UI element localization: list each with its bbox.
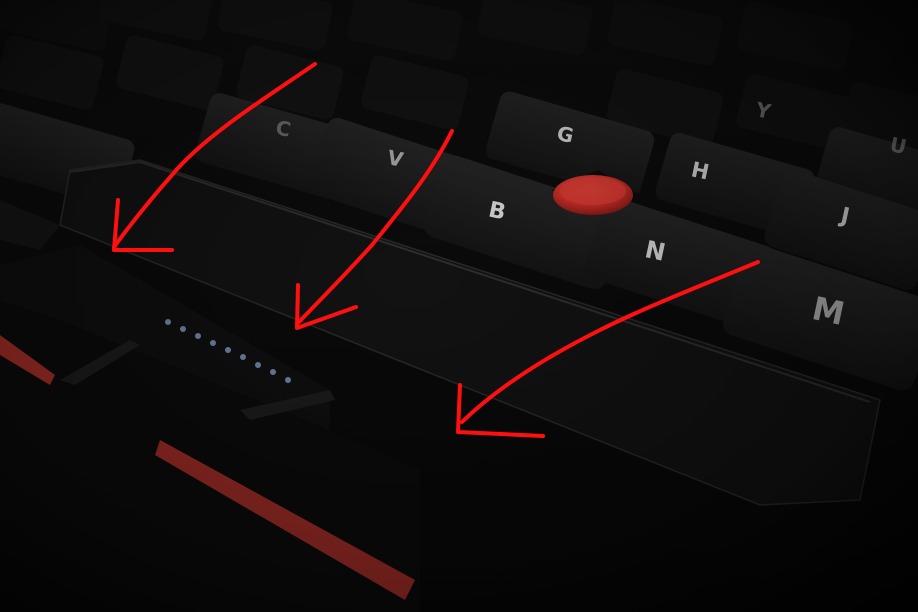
photo-scene: B N M G H J V C Y U bbox=[0, 0, 918, 612]
keyboard-photo: B N M G H J V C Y U bbox=[0, 0, 918, 612]
